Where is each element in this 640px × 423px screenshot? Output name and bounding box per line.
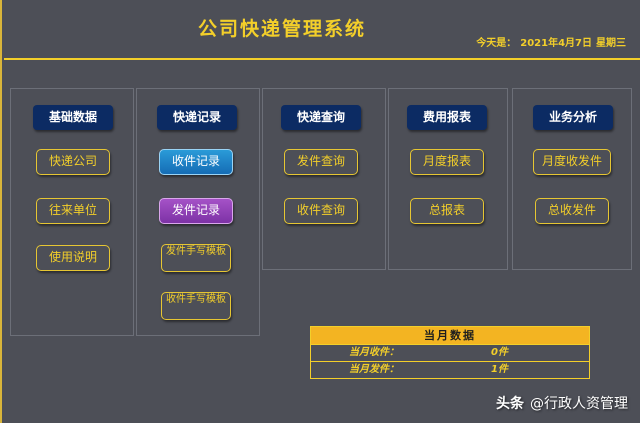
panel-express-records: 快递记录 收件记录 发件记录 发件手写模板 收件手写模板 [136,88,260,336]
date-display: 今天是： 2021年4月7日 星期三 [472,34,626,49]
total-shipments-button[interactable]: 总收发件 [535,198,609,224]
receive-record-button[interactable]: 收件记录 [159,149,233,175]
monthly-summary-table: 当月数据 当月收件： 0件 当月发件： 1件 [310,326,590,379]
panel-header-express-query: 快递查询 [281,105,361,130]
receive-query-button[interactable]: 收件查询 [284,198,358,224]
send-handwritten-template-button[interactable]: 发件手写模板 [161,244,231,272]
summary-label: 当月收件： [349,347,399,358]
panel-business-analysis: 业务分析 月度收发件 总收发件 [512,88,632,270]
watermark-handle: @行政人资管理 [530,396,628,412]
usage-guide-button[interactable]: 使用说明 [36,245,110,271]
receive-handwritten-template-button[interactable]: 收件手写模板 [161,292,231,320]
app-window: 公司快递管理系统 今天是： 2021年4月7日 星期三 基础数据 快递公司 往来单位… [0,0,640,423]
summary-value: 1件 [491,364,508,375]
summary-label: 当月发件： [349,364,399,375]
panel-header-express-records: 快递记录 [157,105,237,130]
express-company-button[interactable]: 快递公司 [36,149,110,175]
title-divider [4,58,640,60]
date-prefix: 今天是： [476,38,517,49]
partner-unit-button[interactable]: 往来单位 [36,198,110,224]
summary-row-received: 当月收件： 0件 [311,344,589,361]
panel-express-query: 快递查询 发件查询 收件查询 [262,88,386,270]
panel-header-business-analysis: 业务分析 [533,105,613,130]
panel-header-cost-reports: 费用报表 [407,105,487,130]
panel-cost-reports: 费用报表 月度报表 总报表 [388,88,508,270]
monthly-shipments-button[interactable]: 月度收发件 [533,149,611,175]
summary-title: 当月数据 [311,327,589,344]
summary-row-sent: 当月发件： 1件 [311,361,589,378]
total-report-button[interactable]: 总报表 [410,198,484,224]
summary-value: 0件 [491,347,508,358]
watermark-brand: 头条 [496,396,524,412]
panel-basic-data: 基础数据 快递公司 往来单位 使用说明 [10,88,134,336]
watermark: 头条 @行政人资管理 [496,393,628,413]
send-record-button[interactable]: 发件记录 [159,198,233,224]
send-query-button[interactable]: 发件查询 [284,149,358,175]
date-value: 2021年4月7日 [520,38,592,49]
monthly-report-button[interactable]: 月度报表 [410,149,484,175]
panel-header-basic-data: 基础数据 [33,105,113,130]
weekday-value: 星期三 [596,38,626,49]
